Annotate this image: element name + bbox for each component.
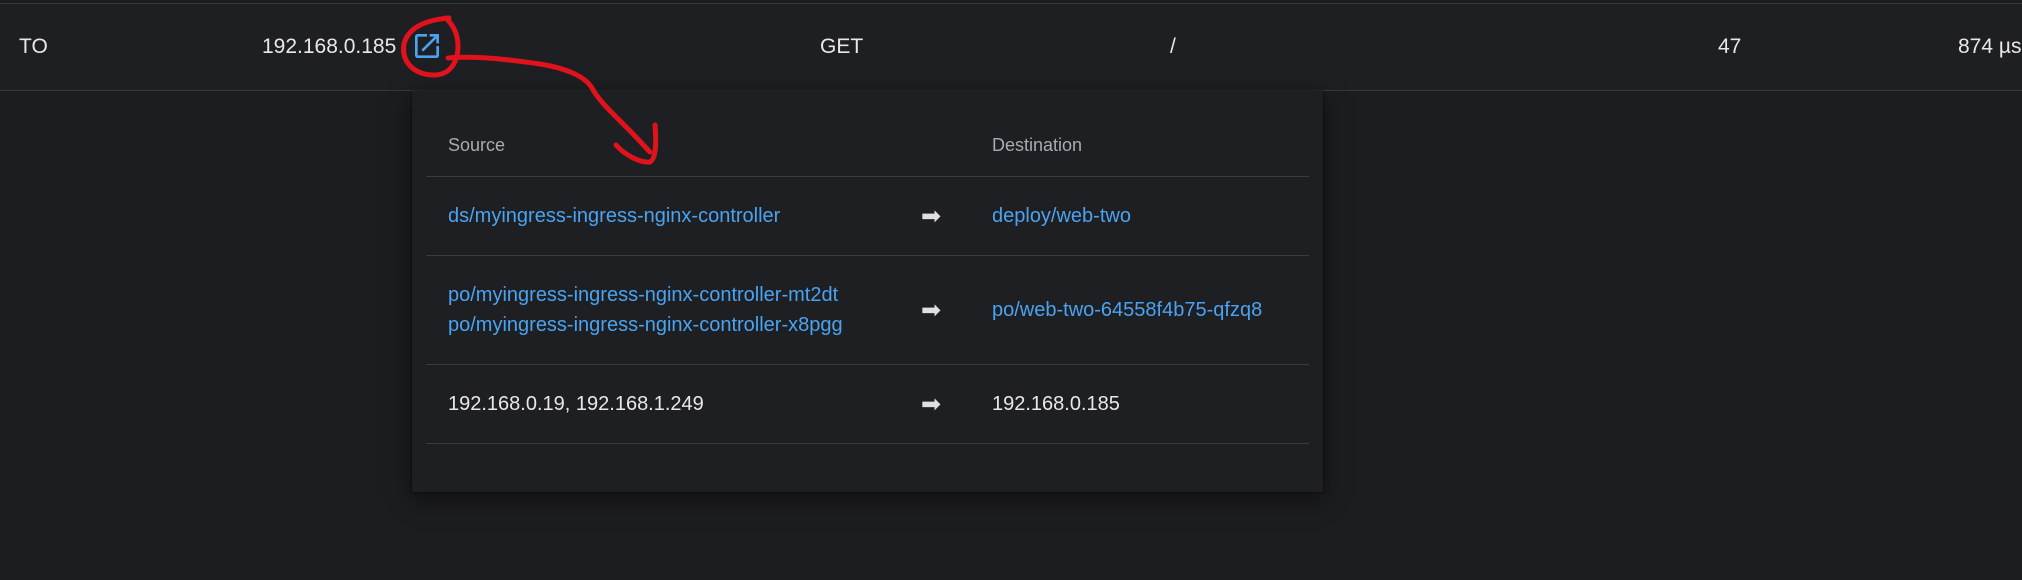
external-link-icon-graphic — [415, 34, 439, 58]
arrow-right-icon: ➡ — [921, 390, 942, 418]
source-pod-link[interactable]: po/myingress-ingress-nginx-controller-mt… — [448, 280, 843, 310]
destination-cell: 192.168.0.185 — [992, 365, 1120, 443]
source-workload-link[interactable]: ds/myingress-ingress-nginx-controller — [448, 201, 780, 231]
status-cell: 47 — [1718, 35, 1742, 58]
external-link-icon[interactable] — [411, 30, 443, 62]
destination-pod-link[interactable]: po/web-two-64558f4b75-qfzq8 — [992, 295, 1262, 325]
table-header: Source Destination — [426, 115, 1309, 177]
table-row[interactable]: TO 192.168.0.185 GET / 47 874 µs — [0, 4, 2022, 91]
method-cell: GET — [820, 35, 864, 58]
direction-cell: TO — [19, 35, 48, 58]
path-cell: / — [1170, 35, 1176, 58]
source-pod-link[interactable]: po/myingress-ingress-nginx-controller-x8… — [448, 310, 843, 340]
source-destination-table: Source Destination ds/myingress-ingress-… — [426, 115, 1309, 444]
table-row: po/myingress-ingress-nginx-controller-mt… — [426, 256, 1309, 365]
destination-cell: po/web-two-64558f4b75-qfzq8 — [992, 256, 1262, 364]
source-ip-list: 192.168.0.19, 192.168.1.249 — [448, 393, 704, 415]
table-row: 192.168.0.19, 192.168.1.249 ➡ 192.168.0.… — [426, 365, 1309, 444]
source-destination-popover: Source Destination ds/myingress-ingress-… — [412, 91, 1323, 492]
source-cell: ds/myingress-ingress-nginx-controller — [448, 177, 780, 255]
source-header: Source — [448, 135, 506, 155]
destination-header: Destination — [992, 135, 1083, 155]
destination-workload-link[interactable]: deploy/web-two — [992, 201, 1131, 231]
destination-ip: 192.168.0.185 — [992, 393, 1120, 415]
source-cell: 192.168.0.19, 192.168.1.249 — [448, 365, 704, 443]
source-cell: po/myingress-ingress-nginx-controller-mt… — [448, 256, 843, 364]
ip-cell: 192.168.0.185 — [262, 35, 397, 58]
arrow-right-icon: ➡ — [921, 202, 942, 230]
latency-cell: 874 µs — [1958, 35, 2022, 58]
page: TO 192.168.0.185 GET / 47 874 µs Source … — [0, 0, 2022, 580]
table-row: ds/myingress-ingress-nginx-controller ➡ … — [426, 177, 1309, 256]
destination-cell: deploy/web-two — [992, 177, 1131, 255]
arrow-right-icon: ➡ — [921, 296, 942, 324]
